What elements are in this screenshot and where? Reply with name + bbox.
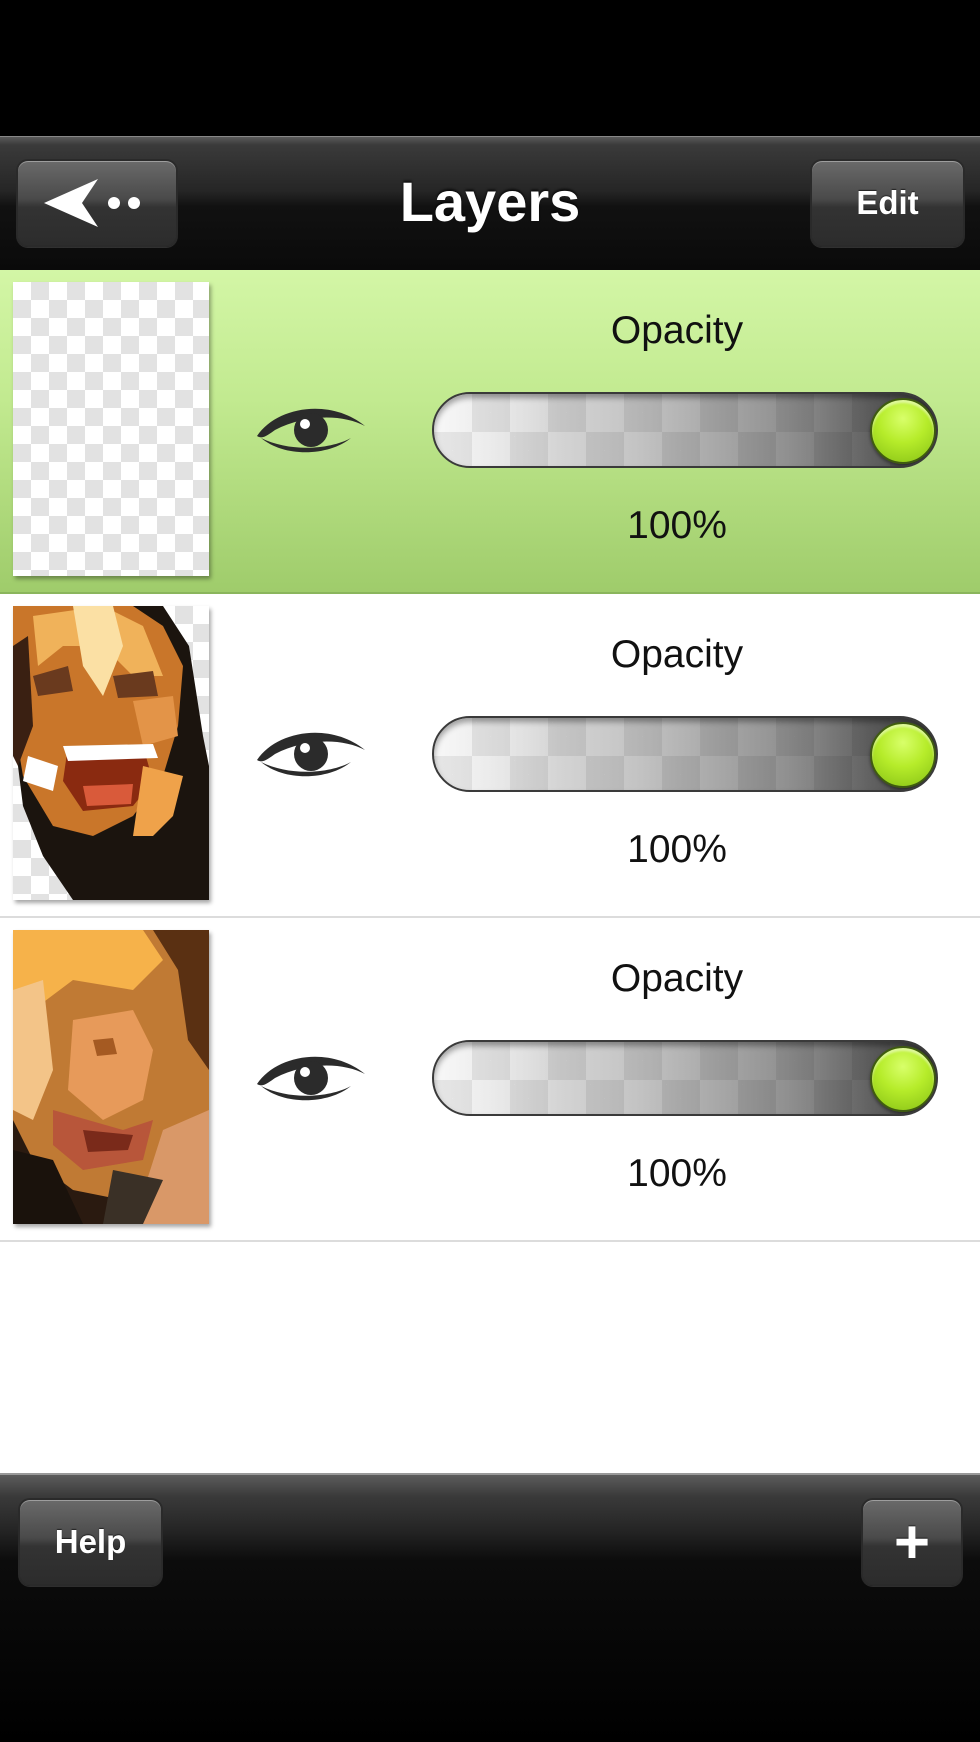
layer-thumbnail[interactable] xyxy=(13,606,209,900)
eye-icon[interactable] xyxy=(255,1048,367,1106)
help-button[interactable]: Help xyxy=(18,1498,163,1586)
opacity-label: Opacity xyxy=(610,309,744,352)
navigation-bar: Layers Edit xyxy=(0,136,980,271)
opacity-value: 100% xyxy=(627,828,727,871)
page-title: Layers xyxy=(399,170,581,233)
opacity-slider[interactable] xyxy=(432,392,938,468)
opacity-slider[interactable] xyxy=(432,1040,938,1116)
bottom-toolbar: Help + xyxy=(0,1473,980,1742)
opacity-value: 100% xyxy=(627,1152,727,1195)
layer-thumbnail[interactable] xyxy=(13,930,209,1224)
plus-icon: + xyxy=(893,1507,931,1577)
layer-row-3[interactable]: Opacity 100% xyxy=(0,918,980,1242)
back-arrow-dots-icon xyxy=(44,179,140,227)
add-layer-button[interactable]: + xyxy=(861,1498,963,1586)
layer-row-1[interactable]: Opacity 100% xyxy=(0,270,980,594)
opacity-value: 100% xyxy=(627,504,727,547)
status-bar xyxy=(0,0,980,136)
eye-icon[interactable] xyxy=(255,400,367,458)
edit-button[interactable]: Edit xyxy=(810,159,965,247)
layer-row-2[interactable]: Opacity 100% xyxy=(0,594,980,918)
eye-icon[interactable] xyxy=(255,724,367,782)
slider-knob[interactable] xyxy=(870,722,936,788)
opacity-label: Opacity xyxy=(610,633,744,676)
back-button[interactable] xyxy=(16,159,178,247)
opacity-label: Opacity xyxy=(610,957,744,1000)
layers-list: Opacity 100% Opacity 100% Opacity 100% xyxy=(0,270,980,1473)
slider-knob[interactable] xyxy=(870,1046,936,1112)
slider-knob[interactable] xyxy=(870,398,936,464)
opacity-slider[interactable] xyxy=(432,716,938,792)
layer-thumbnail[interactable] xyxy=(13,282,209,576)
